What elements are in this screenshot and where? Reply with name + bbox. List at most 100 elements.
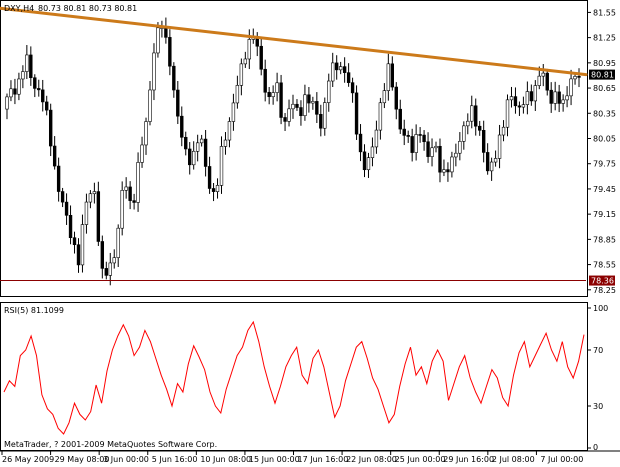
candle-body bbox=[541, 72, 545, 77]
candle-body bbox=[323, 102, 327, 129]
candle-body bbox=[9, 88, 13, 98]
time-label: 7 Jul 00:00 bbox=[540, 455, 583, 464]
candle-body bbox=[327, 80, 331, 103]
candle-body bbox=[549, 89, 553, 104]
time-label: 17 Jun 16:00 bbox=[298, 455, 349, 464]
candle-body bbox=[390, 63, 395, 88]
candle-body bbox=[458, 141, 462, 154]
candle-body bbox=[422, 134, 426, 143]
candle-body bbox=[41, 89, 45, 103]
candle-body bbox=[13, 88, 17, 95]
candle-body bbox=[418, 134, 422, 136]
candle-body bbox=[573, 76, 577, 80]
candle-body bbox=[509, 96, 514, 101]
price-tick-label: 80.35 bbox=[593, 109, 616, 118]
time-label: 25 Jun 00:00 bbox=[395, 455, 446, 464]
candle-body bbox=[565, 95, 569, 101]
candle-body bbox=[517, 105, 522, 108]
candle-body bbox=[537, 75, 541, 86]
candle-body bbox=[513, 96, 518, 107]
candle-body bbox=[120, 190, 124, 229]
candle-body bbox=[223, 139, 228, 147]
candle-body bbox=[295, 103, 299, 108]
candle-body bbox=[402, 128, 406, 136]
candle-body bbox=[378, 102, 383, 131]
candle-body bbox=[466, 120, 470, 127]
candle-body bbox=[56, 165, 61, 192]
time-label: 5 Jun 16:00 bbox=[152, 455, 198, 464]
candle-body bbox=[331, 62, 335, 82]
candle-body bbox=[168, 37, 172, 67]
candle-body bbox=[354, 92, 359, 135]
candle-body bbox=[426, 141, 430, 157]
candle-body bbox=[394, 86, 398, 110]
candle-body bbox=[116, 227, 120, 258]
price-tick-label: 79.75 bbox=[593, 160, 616, 169]
candle-body bbox=[569, 78, 573, 97]
candle-body bbox=[25, 54, 29, 72]
candle-body bbox=[211, 188, 216, 192]
price-tick-label: 78.55 bbox=[593, 261, 616, 270]
candle-body bbox=[505, 99, 510, 128]
candle-body bbox=[362, 151, 367, 171]
candle-body bbox=[366, 157, 371, 171]
candle-body bbox=[191, 150, 196, 166]
candle-body bbox=[454, 152, 458, 158]
candle-body bbox=[481, 129, 486, 153]
price-tick-label: 81.25 bbox=[593, 34, 616, 43]
candle-body bbox=[299, 107, 303, 117]
candle-body bbox=[152, 52, 156, 91]
candle-body bbox=[283, 117, 287, 122]
price-tick-label: 80.05 bbox=[593, 134, 616, 143]
candle-body bbox=[231, 102, 236, 122]
rsi-tick-label: 30 bbox=[593, 402, 603, 411]
price-tick-label: 79.45 bbox=[593, 185, 616, 194]
candle-body bbox=[80, 224, 85, 266]
price-tick-label: 80.95 bbox=[593, 59, 616, 68]
candle-body bbox=[88, 193, 93, 203]
candle-body bbox=[406, 135, 410, 137]
candle-body bbox=[45, 101, 49, 111]
candle-body bbox=[84, 201, 89, 225]
metatrader-chart-window[interactable]: 81.55 81.25 80.95 80.65 80.35 80.05 79.75 79.45… bbox=[0, 0, 620, 465]
time-label: 22 Jun 08:00 bbox=[346, 455, 397, 464]
candle-body bbox=[307, 94, 311, 104]
candle-body bbox=[470, 105, 474, 122]
candle-body bbox=[124, 186, 128, 191]
candle-body bbox=[188, 148, 192, 166]
candle-body bbox=[132, 200, 136, 203]
candle-body bbox=[370, 146, 375, 158]
chart-ohlc: 80.73 80.81 80.73 80.81 bbox=[38, 4, 137, 13]
candle-body bbox=[386, 63, 391, 91]
support-price-label: 78.36 bbox=[591, 277, 614, 286]
candle-body bbox=[64, 201, 69, 216]
candle-body bbox=[493, 158, 498, 163]
candle-body bbox=[319, 114, 323, 129]
candle-body bbox=[156, 27, 160, 54]
candle-body bbox=[72, 237, 77, 246]
candle-body bbox=[21, 71, 25, 80]
chart-background bbox=[0, 0, 620, 465]
time-label: 2 Jul 08:00 bbox=[492, 455, 535, 464]
candle-body bbox=[164, 27, 168, 38]
candle-body bbox=[521, 104, 526, 108]
candle-body bbox=[5, 96, 9, 110]
candle-body bbox=[561, 99, 565, 104]
candle-body bbox=[279, 82, 283, 118]
candle-body bbox=[37, 88, 41, 91]
candle-body bbox=[303, 94, 307, 117]
candle-body bbox=[374, 129, 379, 148]
candle-body bbox=[243, 58, 248, 65]
candle-body bbox=[17, 78, 21, 95]
candle-body bbox=[315, 101, 319, 115]
candle-body bbox=[450, 156, 454, 173]
price-tick-label: 78.85 bbox=[593, 235, 616, 244]
candle-body bbox=[338, 66, 343, 71]
time-label: 3 Jun 00:00 bbox=[103, 455, 149, 464]
candle-body bbox=[501, 126, 506, 136]
candle-body bbox=[52, 145, 57, 167]
time-label: 10 Jun 08:00 bbox=[200, 455, 251, 464]
current-price-label: 80.81 bbox=[591, 71, 614, 80]
candle-body bbox=[489, 161, 494, 172]
chart-title: DXY,H4 bbox=[4, 4, 34, 13]
